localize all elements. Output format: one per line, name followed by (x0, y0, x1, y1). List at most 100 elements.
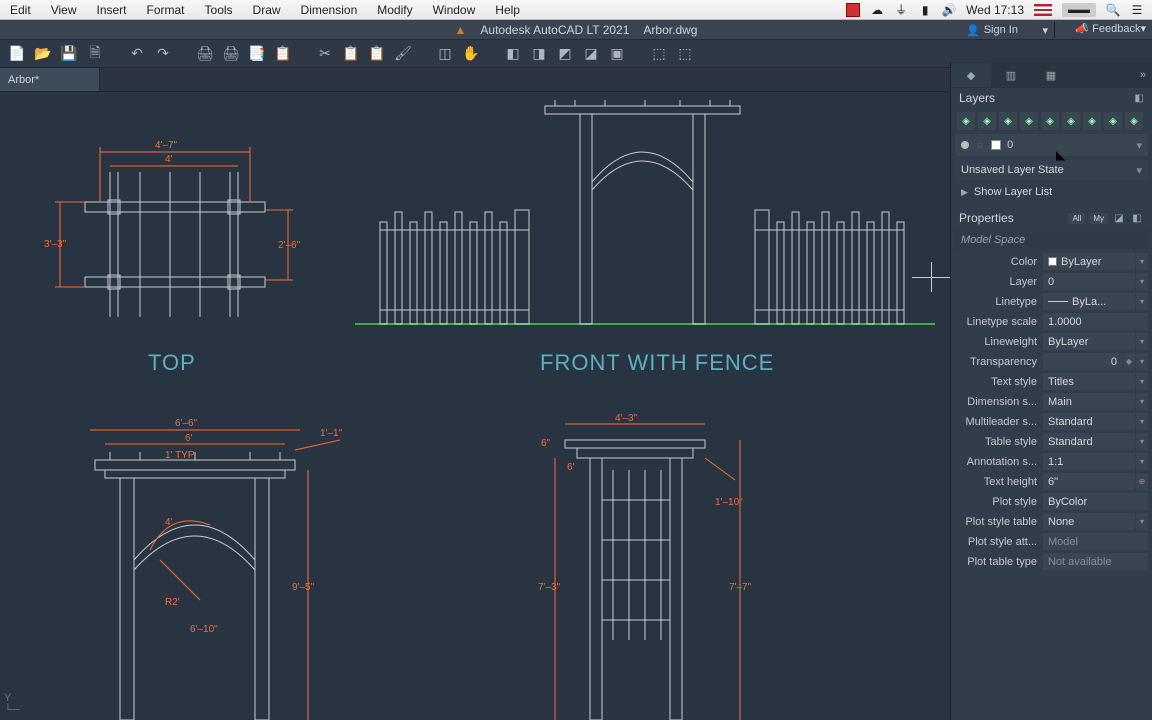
val-plotatt: Model (1043, 533, 1148, 550)
save-button[interactable]: 💾 (58, 43, 80, 65)
val-color[interactable]: ByLayer (1043, 253, 1135, 270)
val-lweight[interactable]: ByLayer (1043, 333, 1135, 350)
tool5-button[interactable]: ▣ (606, 43, 628, 65)
transp-extra[interactable]: ◆ (1123, 353, 1135, 370)
plot-button[interactable]: 🖨 (194, 43, 216, 65)
block-button[interactable]: ◫ (434, 43, 456, 65)
preview-button[interactable]: 🖨 (220, 43, 242, 65)
dd-txtstyle[interactable]: ▾ (1136, 373, 1148, 390)
panel-tab-layers[interactable]: ◆ (951, 63, 991, 87)
dd-layer[interactable]: ▾ (1136, 273, 1148, 290)
val-dimstyle[interactable]: Main (1043, 393, 1135, 410)
open-button[interactable]: 📂 (32, 43, 54, 65)
layer-tool-2[interactable]: ◈ (978, 112, 996, 130)
dd-mleader[interactable]: ▾ (1136, 413, 1148, 430)
tool7-button[interactable]: ⬚ (674, 43, 696, 65)
menu-draw[interactable]: Draw (243, 3, 291, 17)
drawing-canvas[interactable]: 4'–7" 4' 3'–3" 2'–6" TOP (0, 92, 950, 720)
flag-icon[interactable] (1034, 4, 1052, 16)
cut-button[interactable]: ✂ (314, 43, 336, 65)
tool3-button[interactable]: ◩ (554, 43, 576, 65)
dd-annoscale[interactable]: ▾ (1136, 453, 1148, 470)
user-name[interactable]: ▬▬ (1062, 3, 1096, 17)
prop-icon-1[interactable]: ◪ (1112, 211, 1126, 225)
signin-button[interactable]: 👤 Sign In ▾ (960, 22, 1055, 38)
prop-icon-2[interactable]: ◧ (1130, 211, 1144, 225)
val-tblstyle[interactable]: Standard (1043, 433, 1135, 450)
layer-tool-3[interactable]: ◈ (999, 112, 1017, 130)
view-side: 4'–3" 6" 1'–10" 7'–3" 7'–7" 6' (505, 410, 785, 720)
layer-tool-8[interactable]: ◈ (1104, 112, 1122, 130)
dd-ltype[interactable]: ▾ (1136, 293, 1148, 310)
filter-my[interactable]: My (1089, 213, 1108, 224)
panel-tab-3[interactable]: ▦ (1031, 63, 1071, 87)
saveas-button[interactable]: 🗎 (84, 43, 106, 65)
wifi-icon[interactable]: ⏚ (894, 3, 908, 17)
layer-tool-9[interactable]: ◈ (1125, 112, 1143, 130)
ucs-icon: Y└─ (4, 692, 20, 716)
layer-tool-4[interactable]: ◈ (1020, 112, 1038, 130)
property-context[interactable]: Model Space (955, 230, 1148, 250)
battery-icon[interactable]: ▮ (918, 3, 932, 17)
current-layer-dropdown[interactable]: ☼ 0 ▾ (955, 134, 1148, 156)
menu-insert[interactable]: Insert (86, 3, 136, 17)
redo-button[interactable]: ↷ (152, 43, 174, 65)
layer-tool-5[interactable]: ◈ (1041, 112, 1059, 130)
menu-help[interactable]: Help (485, 3, 530, 17)
val-annoscale[interactable]: 1:1 (1043, 453, 1135, 470)
filter-all[interactable]: All (1068, 213, 1085, 224)
val-mleader[interactable]: Standard (1043, 413, 1135, 430)
val-txtstyle[interactable]: Titles (1043, 373, 1135, 390)
menu-view[interactable]: View (41, 3, 87, 17)
pan-button[interactable]: ✋ (460, 43, 482, 65)
val-plottable[interactable]: None (1043, 513, 1135, 530)
copy-button[interactable]: 📋 (340, 43, 362, 65)
layers-menu-icon[interactable]: ◧ (1135, 93, 1144, 104)
tool2-button[interactable]: ◨ (528, 43, 550, 65)
txtheight-extra[interactable]: ⊕ (1136, 473, 1148, 490)
val-ltscale[interactable]: 1.0000 (1043, 313, 1148, 330)
menu-edit[interactable]: Edit (0, 3, 41, 17)
dd-lweight[interactable]: ▾ (1136, 333, 1148, 350)
control-center-icon[interactable]: ☰ (1130, 3, 1144, 17)
layer-state-dropdown[interactable]: Unsaved Layer State ▾ (955, 160, 1148, 180)
search-icon[interactable]: 🔍 (1106, 3, 1120, 17)
dd-color[interactable]: ▾ (1136, 253, 1148, 270)
cloud-icon[interactable]: ☁ (870, 3, 884, 17)
publish-button[interactable]: 📑 (246, 43, 268, 65)
layer-tool-1[interactable]: ◈ (957, 112, 975, 130)
lbl-transp: Transparency (955, 356, 1043, 368)
tool6-button[interactable]: ⬚ (648, 43, 670, 65)
sheet-button[interactable]: 📋 (272, 43, 294, 65)
current-layer-name: 0 (1007, 139, 1013, 151)
menu-window[interactable]: Window (423, 3, 486, 17)
dd-plottable[interactable]: ▾ (1136, 513, 1148, 530)
menu-format[interactable]: Format (137, 3, 195, 17)
doctab-arbor[interactable]: Arbor* (0, 68, 100, 91)
menu-tools[interactable]: Tools (195, 3, 243, 17)
val-layer[interactable]: 0 (1043, 273, 1135, 290)
layer-tool-7[interactable]: ◈ (1083, 112, 1101, 130)
val-ltype[interactable]: ByLa... (1043, 293, 1135, 310)
layer-tool-6[interactable]: ◈ (1062, 112, 1080, 130)
undo-button[interactable]: ↶ (126, 43, 148, 65)
dd-dimstyle[interactable]: ▾ (1136, 393, 1148, 410)
val-plotstyle[interactable]: ByColor (1043, 493, 1148, 510)
feedback-button[interactable]: 📣 Feedback▾ (1075, 22, 1146, 35)
panel-tabs-more[interactable]: » (1134, 69, 1152, 81)
status-record-icon[interactable] (846, 3, 860, 17)
show-layer-list[interactable]: ▶ Show Layer List (955, 182, 1148, 202)
new-button[interactable]: 📄 (6, 43, 28, 65)
paste-button[interactable]: 📋 (366, 43, 388, 65)
dd-tblstyle[interactable]: ▾ (1136, 433, 1148, 450)
val-transp[interactable]: 0 (1043, 353, 1122, 370)
val-txtheight[interactable]: 6" (1043, 473, 1135, 490)
tool1-button[interactable]: ◧ (502, 43, 524, 65)
match-button[interactable]: 🖌 (392, 43, 414, 65)
volume-icon[interactable]: 🔊 (942, 3, 956, 17)
menu-modify[interactable]: Modify (367, 3, 422, 17)
menu-dimension[interactable]: Dimension (291, 3, 368, 17)
panel-tab-2[interactable]: ▥ (991, 63, 1031, 87)
dd-transp[interactable]: ▾ (1136, 353, 1148, 370)
tool4-button[interactable]: ◪ (580, 43, 602, 65)
